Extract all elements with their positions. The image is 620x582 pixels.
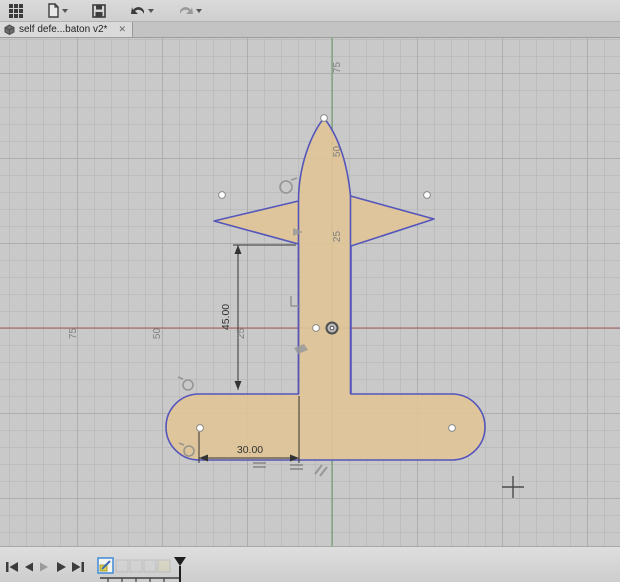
sketch-point[interactable] bbox=[312, 324, 320, 332]
sketch-point[interactable] bbox=[196, 424, 204, 432]
tab-close-button[interactable]: ✕ bbox=[116, 24, 128, 35]
sketch-canvas[interactable]: 45.00 30.00 75 50 25 75 50 25 bbox=[0, 38, 620, 546]
document-tab-title: self defe...baton v2* bbox=[19, 24, 108, 35]
save-button[interactable] bbox=[89, 1, 109, 21]
equal-icon bbox=[253, 462, 266, 468]
timeline-step-forward-button[interactable] bbox=[36, 559, 52, 575]
redo-button[interactable] bbox=[175, 1, 205, 21]
top-toolbar bbox=[0, 0, 620, 22]
y-axis-tick-label: 75 bbox=[332, 61, 344, 74]
x-axis-tick-label: 50 bbox=[152, 327, 164, 340]
y-axis-tick-label: 25 bbox=[332, 230, 344, 243]
app-menu-button[interactable] bbox=[6, 1, 26, 21]
document-cube-icon bbox=[4, 24, 15, 35]
dimension-45-label: 45.00 bbox=[220, 304, 232, 330]
sketch-feature-icon[interactable] bbox=[97, 557, 114, 574]
undo-button[interactable] bbox=[127, 1, 157, 21]
chevron-down-icon bbox=[148, 8, 154, 13]
origin-point[interactable] bbox=[325, 321, 339, 335]
equal-icon bbox=[290, 464, 303, 470]
timeline-skip-end-button[interactable] bbox=[70, 559, 86, 575]
document-tab-bar: self defe...baton v2* ✕ bbox=[0, 22, 620, 38]
crosshair-cursor bbox=[502, 476, 524, 498]
file-icon bbox=[48, 3, 59, 18]
y-axis-tick-label: 50 bbox=[332, 145, 344, 158]
file-menu-button[interactable] bbox=[44, 1, 71, 21]
feature-icon[interactable] bbox=[115, 559, 171, 573]
application-window: self defe...baton v2* ✕ 45.00 30.00 75 5… bbox=[0, 0, 620, 582]
chevron-down-icon bbox=[196, 8, 202, 13]
app-grid-icon bbox=[9, 3, 23, 18]
parallel-icon bbox=[314, 464, 328, 477]
timeline-play-button[interactable] bbox=[53, 559, 69, 575]
timeline-bar bbox=[0, 546, 620, 582]
x-axis-tick-label: 25 bbox=[236, 327, 248, 340]
sketch-point[interactable] bbox=[218, 191, 226, 199]
dimension-45[interactable]: 45.00 bbox=[220, 244, 296, 390]
undo-icon bbox=[131, 7, 144, 14]
document-tab[interactable]: self defe...baton v2* ✕ bbox=[0, 22, 133, 37]
sketch-point[interactable] bbox=[423, 191, 431, 199]
sketch-point[interactable] bbox=[448, 424, 456, 432]
save-icon bbox=[92, 3, 106, 18]
x-axis-tick-label: 75 bbox=[68, 327, 80, 340]
dimension-30-label: 30.00 bbox=[237, 444, 263, 456]
timeline-track[interactable] bbox=[92, 555, 212, 582]
timeline-step-back-button[interactable] bbox=[21, 559, 37, 575]
chevron-down-icon bbox=[62, 8, 68, 13]
tangent-icon bbox=[279, 177, 298, 194]
tangent-icon bbox=[177, 376, 194, 391]
timeline-skip-start-button[interactable] bbox=[4, 559, 20, 575]
redo-icon bbox=[180, 7, 193, 14]
sketch-point[interactable] bbox=[320, 114, 328, 122]
baton-profile[interactable] bbox=[165, 117, 486, 461]
